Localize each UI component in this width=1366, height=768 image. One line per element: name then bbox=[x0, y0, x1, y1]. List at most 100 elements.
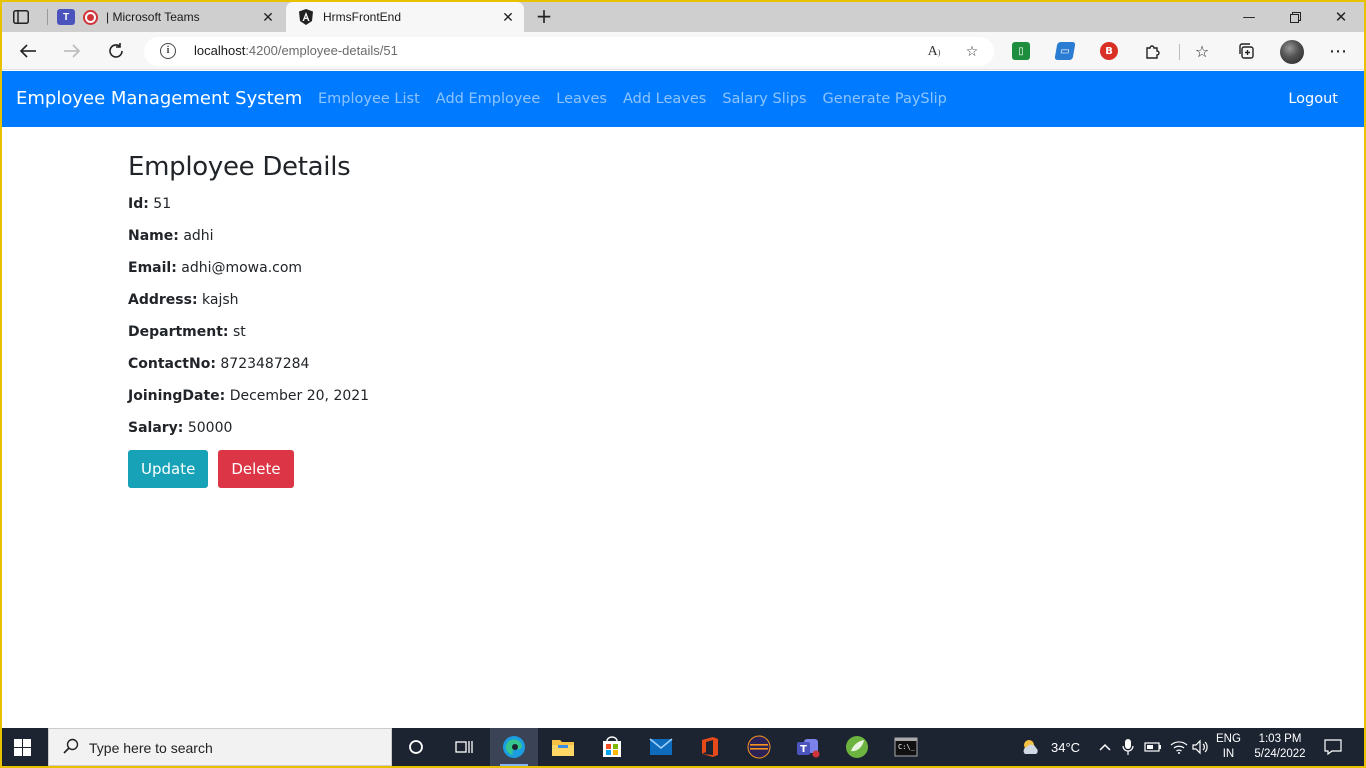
close-tab-icon[interactable]: ✕ bbox=[260, 9, 276, 25]
field-email: Email: adhi@mowa.com bbox=[128, 258, 1028, 290]
field-label: JoiningDate: bbox=[128, 388, 226, 404]
volume-icon[interactable] bbox=[1192, 728, 1210, 766]
profile-avatar[interactable] bbox=[1280, 40, 1304, 64]
weather-icon bbox=[1023, 740, 1038, 754]
svg-text:C:\_: C:\_ bbox=[898, 743, 916, 751]
update-button[interactable]: Update bbox=[128, 450, 209, 488]
field-address: Address: kajsh bbox=[128, 290, 1028, 322]
back-button[interactable] bbox=[16, 39, 40, 63]
tab-hrmsfrontend[interactable]: HrmsFrontEnd ✕ bbox=[286, 2, 524, 32]
store-icon[interactable] bbox=[588, 728, 636, 766]
close-window-button[interactable]: ✕ bbox=[1318, 2, 1364, 32]
brand-link[interactable]: Employee Management System bbox=[16, 88, 302, 109]
lang-top: ENG bbox=[1216, 733, 1241, 745]
action-buttons: Update Delete bbox=[128, 450, 1028, 488]
add-favorite-icon[interactable]: ☆ bbox=[962, 42, 982, 62]
field-value: 51 bbox=[153, 196, 172, 212]
clock-date: 5/24/2022 bbox=[1254, 748, 1306, 760]
field-value: 50000 bbox=[187, 420, 233, 436]
extensions-icon[interactable] bbox=[1142, 40, 1164, 62]
nav-generate-payslip[interactable]: Generate PaySlip bbox=[815, 91, 955, 107]
tab-strip: T | Microsoft Teams ✕ HrmsFrontEnd ✕ + —… bbox=[2, 2, 1364, 32]
forward-button[interactable] bbox=[60, 39, 84, 63]
new-tab-button[interactable]: + bbox=[532, 6, 556, 28]
start-button[interactable] bbox=[14, 739, 31, 756]
field-department: Department: st bbox=[128, 322, 1028, 354]
minimize-button[interactable]: — bbox=[1226, 2, 1272, 32]
restore-button[interactable] bbox=[1272, 2, 1318, 32]
nav-salary-slips[interactable]: Salary Slips bbox=[714, 91, 814, 107]
cortana-icon[interactable] bbox=[392, 728, 440, 766]
recording-icon bbox=[83, 9, 98, 25]
extension-blue-icon[interactable]: ▭ bbox=[1054, 42, 1076, 60]
toolbar-separator bbox=[1179, 44, 1180, 60]
field-value: December 20, 2021 bbox=[229, 388, 370, 404]
collections-icon[interactable] bbox=[1235, 40, 1257, 62]
extension-red-icon[interactable]: B bbox=[1100, 42, 1118, 60]
wifi-icon[interactable] bbox=[1170, 728, 1188, 766]
address-bar[interactable]: i localhost:4200/employee-details/51 A) … bbox=[144, 37, 994, 66]
nav-add-leaves[interactable]: Add Leaves bbox=[615, 91, 714, 107]
terminal-icon[interactable]: C:\_ bbox=[882, 728, 930, 766]
nav-employee-list[interactable]: Employee List bbox=[310, 91, 428, 107]
mail-icon[interactable] bbox=[637, 728, 685, 766]
screen: T | Microsoft Teams ✕ HrmsFrontEnd ✕ + —… bbox=[2, 2, 1364, 766]
tab-label: | Microsoft Teams bbox=[106, 10, 200, 24]
field-salary: Salary: 50000 bbox=[128, 418, 1028, 450]
tab-microsoft-teams[interactable]: T | Microsoft Teams ✕ bbox=[50, 2, 284, 32]
search-icon bbox=[63, 738, 79, 758]
notifications-icon[interactable] bbox=[1324, 728, 1342, 766]
task-view-icon[interactable] bbox=[440, 728, 488, 766]
field-name: Name: adhi bbox=[128, 226, 1028, 258]
nav-add-employee[interactable]: Add Employee bbox=[428, 91, 549, 107]
read-aloud-icon[interactable]: A) bbox=[924, 42, 944, 62]
clock[interactable]: 1:03 PM 5/24/2022 bbox=[1250, 732, 1310, 762]
microphone-icon[interactable] bbox=[1122, 728, 1134, 766]
tab-label: HrmsFrontEnd bbox=[323, 10, 402, 24]
svg-text:T: T bbox=[800, 744, 807, 755]
office-icon[interactable] bbox=[686, 728, 734, 766]
field-value: 8723487284 bbox=[220, 356, 310, 372]
weather-temp: 34°C bbox=[1051, 739, 1081, 755]
field-id: Id: 51 bbox=[128, 194, 1028, 226]
field-value: adhi bbox=[183, 228, 214, 244]
more-menu-icon[interactable]: ⋯ bbox=[1327, 40, 1349, 62]
weather-widget[interactable]: 34°C bbox=[1020, 728, 1080, 766]
browser-toolbar: i localhost:4200/employee-details/51 A) … bbox=[2, 32, 1364, 70]
close-tab-icon[interactable]: ✕ bbox=[500, 9, 516, 25]
extension-green-icon[interactable]: ▯ bbox=[1012, 42, 1030, 60]
eclipse-icon[interactable] bbox=[735, 728, 783, 766]
search-placeholder: Type here to search bbox=[89, 740, 213, 756]
app-navbar: Employee Management System Employee List… bbox=[2, 71, 1364, 127]
tray-chevron-icon[interactable] bbox=[1098, 728, 1112, 766]
field-contact-no: ContactNo: 8723487284 bbox=[128, 354, 1028, 386]
url-text[interactable]: localhost:4200/employee-details/51 bbox=[194, 43, 398, 58]
field-label: Id: bbox=[128, 196, 149, 212]
nav-links: Employee List Add Employee Leaves Add Le… bbox=[310, 91, 955, 107]
taskbar-search[interactable]: Type here to search bbox=[48, 728, 392, 766]
field-value: st bbox=[232, 324, 246, 340]
edge-taskbar-icon[interactable] bbox=[490, 728, 538, 766]
lang-bottom: IN bbox=[1222, 748, 1235, 760]
favorites-icon[interactable]: ☆ bbox=[1191, 40, 1213, 62]
file-explorer-icon[interactable] bbox=[539, 728, 587, 766]
spring-tools-icon[interactable] bbox=[833, 728, 881, 766]
site-info-icon[interactable]: i bbox=[160, 43, 176, 59]
field-value: kajsh bbox=[202, 292, 239, 308]
logout-link[interactable]: Logout bbox=[1288, 91, 1338, 107]
delete-button[interactable]: Delete bbox=[218, 450, 294, 488]
tab-separator bbox=[47, 9, 48, 25]
employee-details-panel: Employee Details Id: 51 Name: adhi Email… bbox=[128, 152, 1028, 488]
teams-taskbar-icon[interactable]: T bbox=[784, 728, 832, 766]
nav-leaves[interactable]: Leaves bbox=[548, 91, 615, 107]
field-joining-date: JoiningDate: December 20, 2021 bbox=[128, 386, 1028, 418]
field-value: adhi@mowa.com bbox=[181, 260, 303, 276]
page-title: Employee Details bbox=[128, 152, 351, 182]
tab-actions-icon[interactable] bbox=[10, 7, 32, 27]
language-indicator[interactable]: ENG IN bbox=[1216, 732, 1241, 762]
field-label: Salary: bbox=[128, 420, 184, 436]
field-label: Email: bbox=[128, 260, 177, 276]
battery-icon[interactable] bbox=[1144, 728, 1162, 766]
refresh-button[interactable] bbox=[104, 39, 128, 63]
field-label: Address: bbox=[128, 292, 198, 308]
